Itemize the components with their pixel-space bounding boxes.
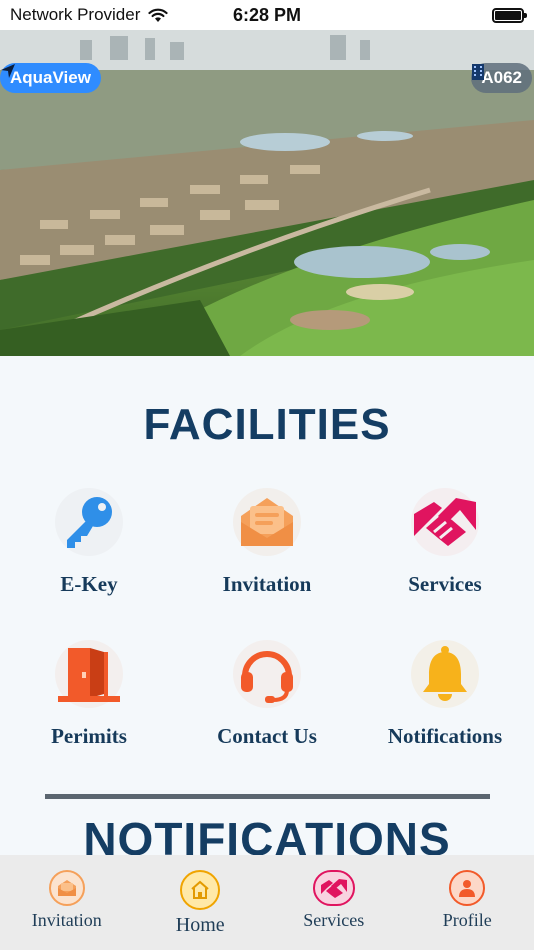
nav-label: Profile bbox=[442, 910, 492, 930]
facility-services[interactable]: Services bbox=[356, 488, 534, 618]
status-left: Network Provider bbox=[10, 5, 168, 25]
wifi-icon bbox=[148, 8, 168, 22]
building-icon bbox=[472, 64, 485, 80]
home-icon bbox=[180, 870, 221, 910]
nav-services[interactable]: Services bbox=[267, 855, 401, 950]
handshake-icon bbox=[411, 488, 479, 556]
nav-label: Invitation bbox=[31, 910, 102, 930]
clock: 6:28 PM bbox=[232, 4, 302, 25]
bottom-navigation: Invitation Home Services Profile bbox=[0, 855, 534, 950]
location-badge[interactable]: AquaView bbox=[0, 63, 101, 93]
envelope-icon bbox=[48, 870, 85, 906]
facility-label: Notifications bbox=[387, 724, 503, 748]
facility-invitation[interactable]: Invitation bbox=[178, 488, 356, 618]
battery-icon bbox=[492, 7, 527, 23]
facility-label: Contact Us bbox=[217, 724, 317, 748]
bell-icon bbox=[411, 640, 479, 708]
facility-label: Invitation bbox=[222, 572, 312, 596]
envelope-icon bbox=[233, 488, 301, 556]
navigation-arrow-icon bbox=[1, 64, 15, 78]
user-icon bbox=[449, 870, 486, 906]
facility-label: Services bbox=[408, 572, 482, 596]
location-label: AquaView bbox=[10, 68, 91, 87]
app-screen: Network Provider 6:28 PM AquaView A062 F… bbox=[0, 0, 534, 950]
key-icon bbox=[55, 488, 123, 556]
section-divider bbox=[45, 794, 490, 799]
facility-ekey[interactable]: E-Key bbox=[0, 488, 178, 618]
facility-label: Perimits bbox=[51, 724, 127, 748]
door-icon bbox=[55, 640, 123, 708]
facilities-title: FACILITIES bbox=[143, 400, 391, 449]
unit-label: A062 bbox=[481, 68, 522, 87]
hero-image: AquaView A062 bbox=[0, 30, 534, 356]
nav-home[interactable]: Home bbox=[134, 855, 268, 950]
facility-label: E-Key bbox=[60, 572, 118, 596]
headset-icon bbox=[233, 640, 301, 708]
facility-notifications[interactable]: Notifications bbox=[356, 640, 534, 770]
nav-profile[interactable]: Profile bbox=[401, 855, 534, 950]
nav-invitation[interactable]: Invitation bbox=[0, 855, 134, 950]
facility-contact-us[interactable]: Contact Us bbox=[178, 640, 356, 770]
unit-badge[interactable]: A062 bbox=[471, 63, 532, 93]
carrier-label: Network Provider bbox=[10, 5, 141, 24]
nav-label: Home bbox=[175, 914, 225, 936]
status-bar: Network Provider 6:28 PM bbox=[0, 0, 534, 30]
nav-label: Services bbox=[303, 910, 365, 930]
facility-permits[interactable]: Perimits bbox=[0, 640, 178, 770]
handshake-icon bbox=[312, 870, 355, 906]
